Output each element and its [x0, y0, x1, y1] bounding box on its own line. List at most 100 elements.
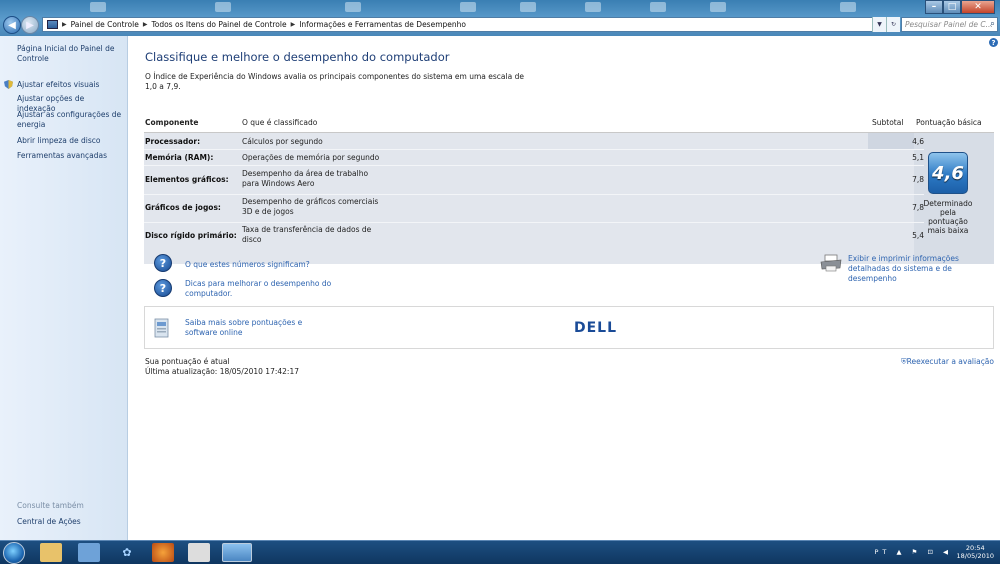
component-name: Elementos gráficos:: [145, 175, 229, 184]
clock-time: 20:54: [965, 544, 985, 552]
row-divider: [144, 149, 924, 150]
flag-icon[interactable]: ⚑: [912, 548, 922, 556]
improve-tips-link[interactable]: Dicas para melhorar o desempenho do comp…: [185, 279, 335, 299]
chevron-right-icon: ▶: [62, 21, 67, 28]
control-panel-taskbar-icon[interactable]: [222, 543, 252, 562]
media-taskbar-icon[interactable]: [78, 543, 100, 562]
row-divider: [144, 222, 924, 223]
start-button[interactable]: [3, 542, 25, 564]
software-box-icon: [154, 318, 169, 338]
arrow-right-icon: ▶: [26, 19, 34, 31]
component-rated: Taxa de transferência de dados de disco: [242, 225, 372, 244]
see-also-heading: Consulte também: [17, 501, 84, 510]
learn-more-link[interactable]: Saiba mais sobre pontuações e software o…: [185, 318, 335, 338]
window-controls: – □ ✕: [925, 0, 995, 14]
row-divider: [144, 165, 924, 166]
back-button[interactable]: ◀: [3, 16, 21, 34]
component-rated: Desempenho da área de trabalho para Wind…: [242, 169, 369, 188]
background-icon: [650, 2, 666, 12]
firefox-taskbar-icon[interactable]: [152, 543, 174, 562]
what-numbers-mean-link[interactable]: O que estes números significam?: [185, 260, 310, 270]
component-name: Disco rígido primário:: [145, 231, 237, 240]
oem-panel: Saiba mais sobre pontuações e software o…: [144, 306, 994, 349]
clock-date: 18/05/2010: [956, 552, 994, 560]
breadcrumb-performance[interactable]: Informações e Ferramentas de Desempenho: [299, 20, 466, 29]
background-icon: [345, 2, 361, 12]
minimize-icon: –: [931, 2, 937, 12]
search-icon[interactable]: ⌕: [990, 19, 995, 29]
tray-expand-icon[interactable]: ▲: [896, 548, 905, 556]
address-bar[interactable]: ▶ Painel de Controle ▶ Todos os Itens do…: [42, 17, 895, 32]
table-header: Componente O que é classificado Subtotal…: [144, 116, 994, 133]
sidebar-item-action-center[interactable]: Central de Ações: [17, 517, 125, 527]
background-icon: [840, 2, 856, 12]
base-score-caption: Determinado pela pontuação mais baixa: [923, 199, 973, 235]
question-icon: ?: [154, 254, 172, 272]
minimize-button[interactable]: –: [925, 0, 943, 14]
background-icon: [520, 2, 536, 12]
sidebar-item-visual-effects[interactable]: Ajustar efeitos visuais: [17, 80, 125, 90]
refresh-icon: ↻: [890, 21, 897, 28]
row-divider: [144, 194, 924, 195]
shield-icon: [4, 80, 13, 89]
sidebar-item-power[interactable]: Ajustar as configurações de energia: [17, 110, 125, 130]
control-panel-icon: [47, 20, 58, 29]
status-current: Sua pontuação é atual: [145, 357, 230, 366]
background-icon: [215, 2, 231, 12]
background-icon: [710, 2, 726, 12]
sidebar-home-link[interactable]: Página Inicial do Painel de Controle: [17, 44, 125, 64]
language-indicator[interactable]: PT: [875, 548, 891, 556]
explorer-taskbar-icon[interactable]: [40, 543, 62, 562]
printer-icon: [820, 254, 842, 272]
chevron-right-icon: ▶: [142, 21, 148, 28]
refresh-button[interactable]: ↻: [886, 17, 900, 32]
network-icon[interactable]: ⊡: [927, 548, 936, 556]
component-name: Memória (RAM):: [145, 153, 214, 162]
background-icon: [585, 2, 601, 12]
search-placeholder: Pesquisar Painel de C...: [905, 20, 993, 29]
page-description: O Índice de Experiência do Windows avali…: [145, 72, 524, 91]
rerun-label: Reexecutar a avaliação: [906, 357, 994, 366]
chevron-down-icon: ▼: [877, 21, 882, 28]
search-input[interactable]: Pesquisar Painel de C... ⌕: [901, 17, 998, 32]
component-name: Processador:: [145, 137, 201, 146]
sidebar-item-advanced-tools[interactable]: Ferramentas avançadas: [17, 151, 125, 161]
sidebar-item-disk-cleanup[interactable]: Abrir limpeza de disco: [17, 136, 125, 146]
close-button[interactable]: ✕: [961, 0, 995, 14]
component-name: Gráficos de jogos:: [145, 203, 221, 212]
breadcrumb-control-panel[interactable]: Painel de Controle: [71, 20, 139, 29]
component-rated: Operações de memória por segundo: [242, 153, 380, 162]
component-subtotal: 5,1: [912, 153, 924, 162]
component-rated: Cálculos por segundo: [242, 137, 323, 146]
help-icon[interactable]: ?: [989, 38, 998, 47]
clock[interactable]: 20:54 18/05/2010: [957, 544, 994, 560]
window-titlebar: ◀ ▶ ▶ Painel de Controle ▶ Todos os Iten…: [0, 0, 1000, 36]
rerun-assessment-link[interactable]: ⛨Reexecutar a avaliação: [901, 357, 994, 367]
component-subtotal: 7,8: [912, 175, 924, 184]
header-base-score: Pontuação básica: [916, 118, 982, 127]
status-last-update: Última atualização: 18/05/2010 17:42:17: [145, 367, 299, 376]
score-table: Componente O que é classificado Subtotal…: [144, 116, 994, 264]
maximize-button[interactable]: □: [943, 0, 961, 14]
system-tray: PT ▲ ⚑ ⊡ ◀: [875, 548, 952, 556]
app-taskbar-icon[interactable]: [188, 543, 210, 562]
component-subtotal: 4,6: [912, 137, 924, 146]
dell-logo: DELL: [574, 320, 618, 336]
restore-icon: □: [947, 2, 957, 12]
background-icon: [460, 2, 476, 12]
header-rated: O que é classificado: [242, 118, 318, 127]
breadcrumb-all-items[interactable]: Todos os Itens do Painel de Controle: [151, 20, 286, 29]
base-score-badge: 4,6: [928, 152, 968, 194]
chevron-right-icon: ▶: [290, 21, 296, 28]
volume-icon[interactable]: ◀: [943, 548, 952, 556]
arrow-left-icon: ◀: [8, 19, 16, 31]
network-taskbar-icon[interactable]: ✿: [116, 543, 138, 562]
address-buttons: ▼ ↻: [872, 17, 900, 32]
dropdown-button[interactable]: ▼: [872, 17, 886, 32]
header-component: Componente: [145, 118, 199, 127]
forward-button[interactable]: ▶: [21, 16, 39, 34]
component-rated: Desempenho de gráficos comerciais 3D e d…: [242, 197, 379, 216]
print-details-link[interactable]: Exibir e imprimir informações detalhadas…: [848, 254, 998, 284]
close-icon: ✕: [974, 2, 982, 12]
status-text: Sua pontuação é atual Última atualização…: [145, 357, 299, 377]
